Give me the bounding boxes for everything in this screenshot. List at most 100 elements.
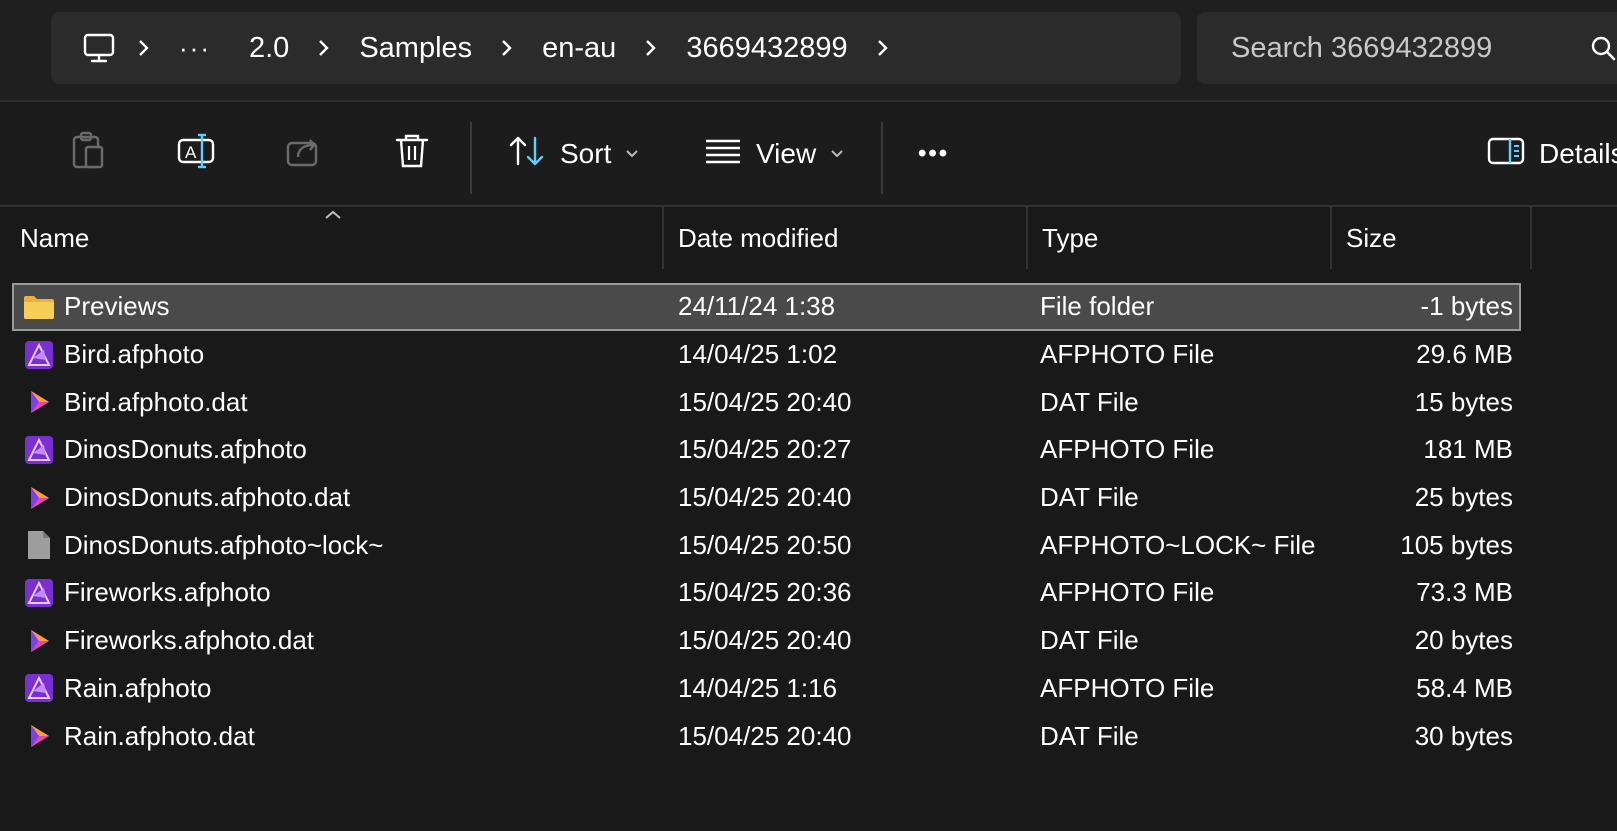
rename-icon: A bbox=[176, 131, 216, 178]
file-type: DAT File bbox=[1040, 720, 1139, 751]
file-row[interactable]: Bird.afphoto 14/04/25 1:02 AFPHOTO File 29.… bbox=[0, 331, 1617, 379]
file-date-modified: 15/04/25 20:40 bbox=[678, 482, 852, 513]
affinity-photo-icon bbox=[22, 426, 56, 474]
details-pane-button[interactable]: Details bbox=[1487, 124, 1617, 184]
dat-file-icon bbox=[22, 474, 56, 522]
breadcrumb-overflow[interactable]: ··· bbox=[169, 33, 221, 64]
file-row[interactable]: DinosDonuts.afphoto 15/04/25 20:27 AFPHOTO… bbox=[0, 426, 1617, 474]
sort-label: Sort bbox=[560, 138, 612, 169]
search-icon[interactable] bbox=[1589, 34, 1617, 67]
file-size: 58.4 MB bbox=[1416, 672, 1513, 703]
file-row[interactable]: Bird.afphoto.dat 15/04/25 20:40 DAT File 15… bbox=[0, 378, 1617, 426]
search-input[interactable]: Search 3669432899 bbox=[1197, 12, 1617, 84]
sort-ascending-icon bbox=[323, 208, 343, 226]
file-explorer-window: ··· 2.0 Samples en-au 3669432899 Search … bbox=[0, 0, 1617, 831]
file-date-modified: 15/04/25 20:40 bbox=[678, 625, 852, 656]
file-row[interactable]: Previews 24/11/24 1:38 File folder -1 bytes bbox=[12, 283, 1521, 331]
file-type: AFPHOTO File bbox=[1040, 339, 1215, 370]
column-divider[interactable] bbox=[1530, 207, 1532, 269]
chevron-right-icon[interactable] bbox=[482, 38, 532, 58]
file-list: Previews 24/11/24 1:38 File folder -1 bytes… bbox=[0, 283, 1617, 760]
clipboard-icon bbox=[70, 131, 106, 178]
file-row[interactable]: Fireworks.afphoto.dat 15/04/25 20:40 DAT F… bbox=[0, 617, 1617, 665]
column-header-date[interactable]: Date modified bbox=[662, 207, 1026, 269]
file-type: AFPHOTO File bbox=[1040, 434, 1215, 465]
address-row: ··· 2.0 Samples en-au 3669432899 Search … bbox=[0, 0, 1617, 100]
toolbar-separator bbox=[881, 122, 883, 194]
file-date-modified: 14/04/25 1:02 bbox=[678, 339, 838, 370]
file-date-modified: 15/04/25 20:50 bbox=[678, 529, 852, 560]
file-name: DinosDonuts.afphoto bbox=[64, 434, 307, 465]
share-button[interactable] bbox=[284, 124, 324, 184]
file-size: 25 bytes bbox=[1414, 482, 1513, 513]
file-size: 181 MB bbox=[1423, 434, 1513, 465]
list-view-icon bbox=[704, 136, 742, 173]
file-row[interactable]: Rain.afphoto 14/04/25 1:16 AFPHOTO File 58.… bbox=[0, 665, 1617, 713]
file-row[interactable]: Rain.afphoto.dat 15/04/25 20:40 DAT File 30… bbox=[0, 712, 1617, 760]
share-icon bbox=[284, 131, 324, 178]
breadcrumb-item-current[interactable]: 3669432899 bbox=[676, 32, 857, 65]
toolbar-separator bbox=[470, 122, 472, 194]
breadcrumb-item-samples[interactable]: Samples bbox=[349, 32, 482, 65]
file-name: Bird.afphoto bbox=[64, 339, 205, 370]
file-date-modified: 15/04/25 20:40 bbox=[678, 386, 852, 417]
file-name: Rain.afphoto.dat bbox=[64, 720, 255, 751]
details-pane-icon bbox=[1487, 136, 1525, 173]
view-button[interactable]: View bbox=[704, 124, 844, 184]
dat-file-icon bbox=[22, 617, 56, 665]
command-bar: A Sort View ••• Details bbox=[0, 102, 1617, 206]
file-date-modified: 15/04/25 20:27 bbox=[678, 434, 852, 465]
svg-text:A: A bbox=[185, 143, 197, 162]
search-placeholder[interactable]: Search 3669432899 bbox=[1231, 32, 1492, 65]
dat-file-icon bbox=[22, 378, 56, 426]
affinity-photo-icon bbox=[22, 665, 56, 713]
file-type: DAT File bbox=[1040, 386, 1139, 417]
breadcrumb-item-2-0[interactable]: 2.0 bbox=[239, 32, 299, 65]
more-options-button[interactable]: ••• bbox=[918, 124, 949, 184]
computer-icon[interactable] bbox=[79, 28, 119, 68]
column-header-size[interactable]: Size bbox=[1330, 207, 1530, 269]
file-size: -1 bytes bbox=[1420, 291, 1514, 322]
file-name: DinosDonuts.afphoto.dat bbox=[64, 482, 351, 513]
chevron-down-icon bbox=[830, 149, 844, 159]
address-bar[interactable]: ··· 2.0 Samples en-au 3669432899 bbox=[51, 12, 1181, 84]
file-type: DAT File bbox=[1040, 625, 1139, 656]
breadcrumb-item-en-au[interactable]: en-au bbox=[532, 32, 626, 65]
file-row[interactable]: DinosDonuts.afphoto.dat 15/04/25 20:40 DAT… bbox=[0, 474, 1617, 522]
file-row[interactable]: Fireworks.afphoto 15/04/25 20:36 AFPHOTO F… bbox=[0, 569, 1617, 617]
file-name: Rain.afphoto bbox=[64, 672, 212, 703]
dat-file-icon bbox=[22, 712, 56, 760]
chevron-right-icon[interactable] bbox=[119, 38, 169, 58]
sort-button[interactable]: Sort bbox=[508, 124, 639, 184]
file-type: AFPHOTO~LOCK~ File bbox=[1040, 529, 1316, 560]
file-size: 105 bytes bbox=[1400, 529, 1513, 560]
rename-button[interactable]: A bbox=[176, 124, 216, 184]
file-name: Bird.afphoto.dat bbox=[64, 386, 248, 417]
chevron-right-icon[interactable] bbox=[299, 38, 349, 58]
file-type: DAT File bbox=[1040, 482, 1139, 513]
view-label: View bbox=[756, 138, 817, 169]
file-row[interactable]: DinosDonuts.afphoto~lock~ 15/04/25 20:50 A… bbox=[0, 521, 1617, 569]
paste-button[interactable] bbox=[70, 124, 106, 184]
file-size: 73.3 MB bbox=[1416, 577, 1513, 608]
file-name: Fireworks.afphoto bbox=[64, 577, 271, 608]
file-type: AFPHOTO File bbox=[1040, 672, 1215, 703]
chevron-right-icon[interactable] bbox=[626, 38, 676, 58]
chevron-right-icon[interactable] bbox=[858, 38, 908, 58]
file-date-modified: 15/04/25 20:40 bbox=[678, 720, 852, 751]
file-name: Fireworks.afphoto.dat bbox=[64, 625, 315, 656]
file-size: 15 bytes bbox=[1414, 386, 1513, 417]
file-type: AFPHOTO File bbox=[1040, 577, 1215, 608]
file-name: DinosDonuts.afphoto~lock~ bbox=[64, 529, 384, 560]
column-header-type[interactable]: Type bbox=[1026, 207, 1330, 269]
affinity-photo-icon bbox=[22, 569, 56, 617]
chevron-down-icon bbox=[625, 149, 639, 159]
file-size: 29.6 MB bbox=[1416, 339, 1513, 370]
trash-icon bbox=[394, 131, 430, 178]
file-date-modified: 14/04/25 1:16 bbox=[678, 672, 838, 703]
file-size: 30 bytes bbox=[1414, 720, 1513, 751]
details-label: Details bbox=[1539, 138, 1617, 169]
file-date-modified: 15/04/25 20:36 bbox=[678, 577, 852, 608]
generic-file-icon bbox=[22, 521, 56, 569]
delete-button[interactable] bbox=[394, 124, 430, 184]
